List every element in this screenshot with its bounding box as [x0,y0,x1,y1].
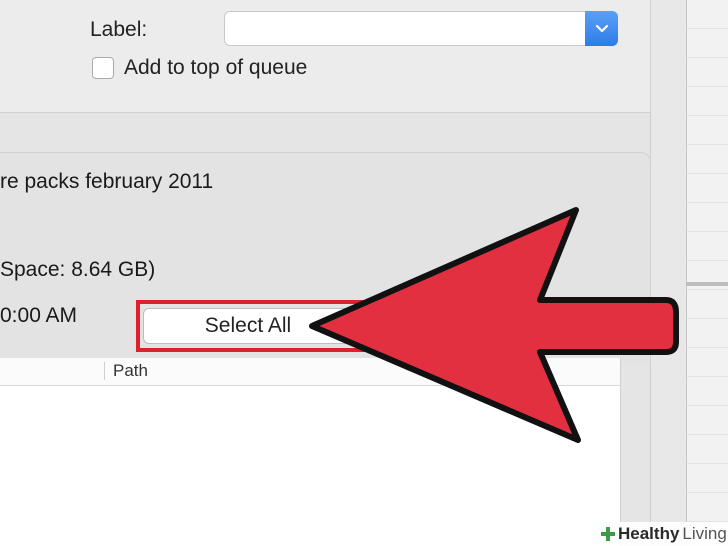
watermark-brand-light: Living [682,524,727,543]
torrent-window: Label: Add to top of queue re packs febr… [0,0,728,546]
healthy-living-logo-icon [601,527,615,541]
watermark-brand-bold: Healthy [618,524,680,543]
pointer-arrow-icon [309,207,679,443]
healthy-living-watermark: Healthy Living [596,522,728,546]
